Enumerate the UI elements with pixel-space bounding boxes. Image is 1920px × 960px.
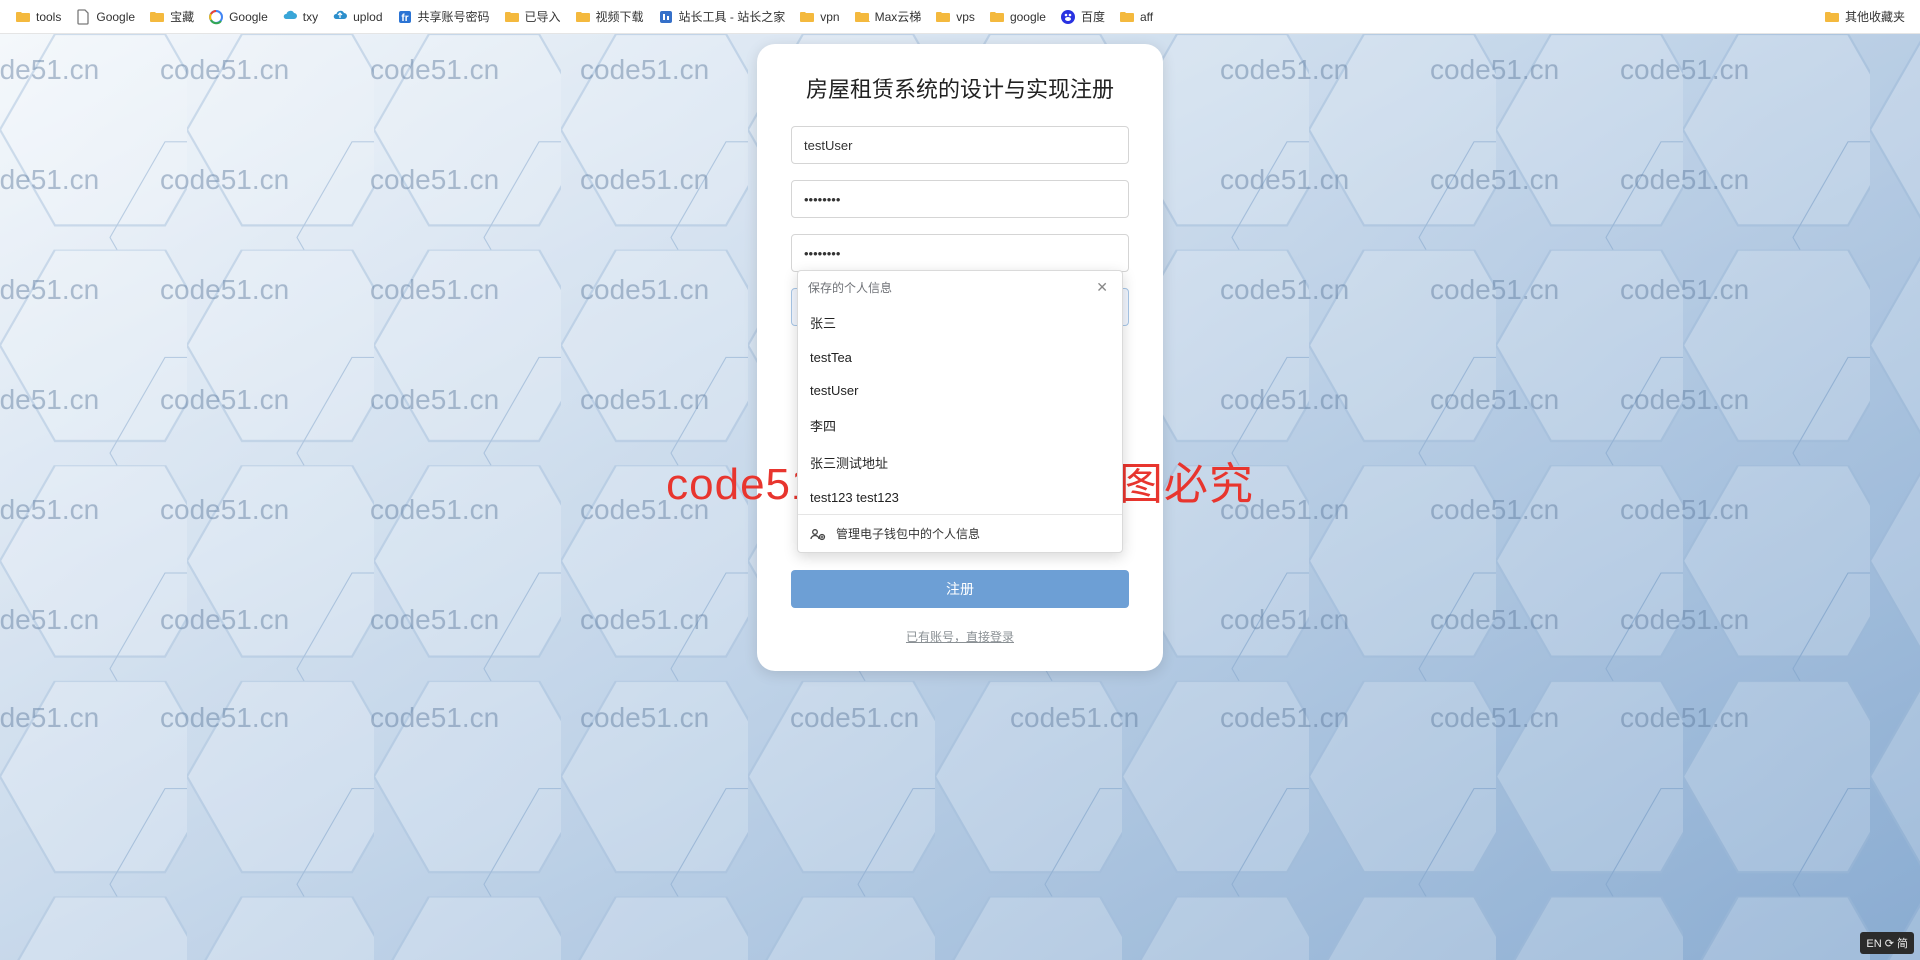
- bookmark-share[interactable]: fr 共享账号密码: [390, 4, 497, 29]
- bookmark-label: 共享账号密码: [418, 8, 490, 25]
- bookmark-label: txy: [303, 10, 318, 24]
- bookmarks-bar: tools Google 宝藏 Google txy uplod fr 共享账号密…: [0, 0, 1920, 34]
- autocomplete-item[interactable]: testTea: [798, 341, 1122, 374]
- bookmark-vps[interactable]: vps: [928, 5, 982, 29]
- page-icon: [75, 9, 91, 25]
- autocomplete-item[interactable]: testUser: [798, 374, 1122, 407]
- bookmark-vpn[interactable]: vpn: [792, 5, 846, 29]
- bookmark-baidu[interactable]: 百度: [1053, 4, 1112, 29]
- folder-icon: [149, 9, 165, 25]
- username-input[interactable]: [791, 126, 1129, 164]
- autocomplete-list[interactable]: 张三 testTea testUser 李四 张三测试地址 test123 te…: [798, 304, 1122, 514]
- bookmark-label: 其他收藏夹: [1845, 8, 1905, 25]
- bookmark-max[interactable]: Max云梯: [847, 4, 929, 29]
- bookmark-label: Max云梯: [875, 8, 922, 25]
- autocomplete-header: 保存的个人信息: [808, 279, 892, 296]
- bookmark-label: 宝藏: [170, 8, 194, 25]
- bookmark-label: 视频下载: [596, 8, 644, 25]
- login-link[interactable]: 已有账号，直接登录: [791, 628, 1129, 645]
- bookmark-imported[interactable]: 已导入: [497, 4, 568, 29]
- svg-text:fr: fr: [401, 13, 408, 24]
- bookmark-google[interactable]: Google: [201, 5, 275, 29]
- autocomplete-item[interactable]: 李四: [798, 407, 1122, 444]
- bookmark-webmaster[interactable]: 站长工具 - 站长之家: [651, 4, 793, 29]
- folder-icon: [854, 9, 870, 25]
- ime-indicator[interactable]: EN ⟳ 简: [1860, 932, 1914, 954]
- folder-icon: [799, 9, 815, 25]
- folder-icon: [989, 9, 1005, 25]
- bookmark-google-folder[interactable]: google: [982, 5, 1053, 29]
- bookmark-video[interactable]: 视频下载: [568, 4, 651, 29]
- share-icon: fr: [397, 9, 413, 25]
- autocomplete-item[interactable]: 张三测试地址: [798, 444, 1122, 481]
- bookmark-uplod[interactable]: uplod: [325, 5, 389, 29]
- bookmark-treasure[interactable]: 宝藏: [142, 4, 201, 29]
- bookmark-other[interactable]: 其他收藏夹: [1817, 4, 1912, 29]
- cloud-icon: [332, 9, 348, 25]
- confirm-password-input[interactable]: [791, 234, 1129, 272]
- bookmark-label: google: [1010, 10, 1046, 24]
- autocomplete-panel: 保存的个人信息 ✕ 张三 testTea testUser 李四 张三测试地址 …: [797, 270, 1123, 553]
- folder-icon: [504, 9, 520, 25]
- register-button[interactable]: 注册: [791, 570, 1129, 608]
- bookmark-label: tools: [36, 10, 61, 24]
- bookmark-label: uplod: [353, 10, 382, 24]
- google-icon: [208, 9, 224, 25]
- bookmark-label: Google: [229, 10, 268, 24]
- bookmark-label: aff: [1140, 10, 1153, 24]
- folder-icon: [15, 9, 31, 25]
- close-icon[interactable]: ✕: [1092, 279, 1112, 296]
- register-title: 房屋租赁系统的设计与实现注册: [791, 72, 1129, 104]
- baidu-icon: [1060, 9, 1076, 25]
- cloud-icon: [282, 9, 298, 25]
- folder-icon: [1824, 9, 1840, 25]
- bookmark-label: Google: [96, 10, 135, 24]
- folder-icon: [935, 9, 951, 25]
- bookmark-google-page[interactable]: Google: [68, 5, 142, 29]
- bookmark-aff[interactable]: aff: [1112, 5, 1160, 29]
- tool-icon: [658, 9, 674, 25]
- folder-icon: [1119, 9, 1135, 25]
- bookmark-txy[interactable]: txy: [275, 5, 325, 29]
- bookmark-label: 已导入: [525, 8, 561, 25]
- wallet-icon: [810, 526, 826, 542]
- bookmark-tools[interactable]: tools: [8, 5, 68, 29]
- bookmark-label: vps: [956, 10, 975, 24]
- bookmark-label: 站长工具 - 站长之家: [679, 8, 786, 25]
- bookmark-label: vpn: [820, 10, 839, 24]
- folder-icon: [575, 9, 591, 25]
- autocomplete-manage[interactable]: 管理电子钱包中的个人信息: [798, 514, 1122, 552]
- password-input[interactable]: [791, 180, 1129, 218]
- bookmark-label: 百度: [1081, 8, 1105, 25]
- autocomplete-item[interactable]: test123 test123: [798, 481, 1122, 514]
- autocomplete-footer-label: 管理电子钱包中的个人信息: [836, 525, 980, 542]
- autocomplete-item[interactable]: 张三: [798, 304, 1122, 341]
